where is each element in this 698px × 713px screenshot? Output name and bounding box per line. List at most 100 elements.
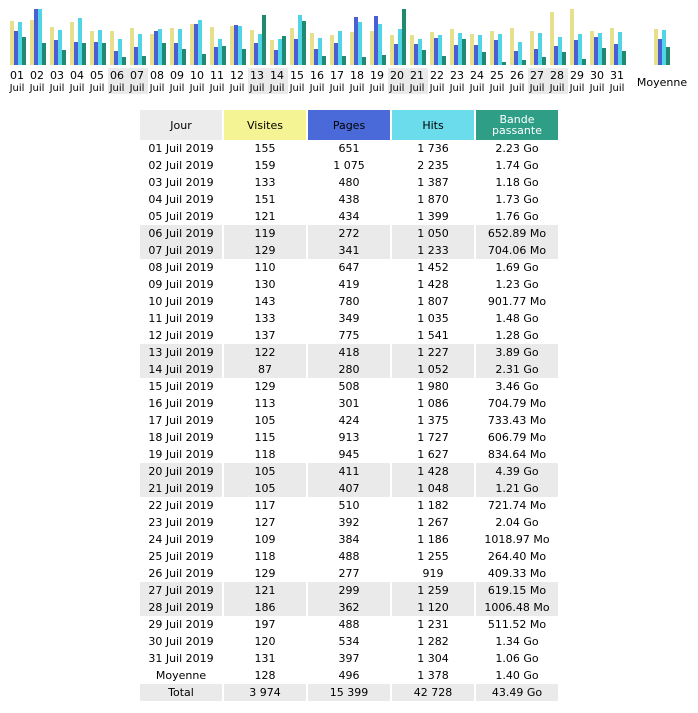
table-row: 18 Juil 2019 115 913 1 727 606.79 Mo [140, 429, 558, 446]
cell-day: 01 Juil 2019 [148, 142, 214, 155]
cell-day: 03 Juil 2019 [148, 176, 214, 189]
table-row-total: Total 3 974 15 399 42 728 43.49 Go [140, 684, 558, 701]
bar-day-14-bandwidth_mo [282, 36, 286, 65]
table-row: 23 Juil 2019 127 392 1 267 2.04 Go [140, 514, 558, 531]
bar-day-14-pages [274, 50, 278, 65]
x-tick-day: 08 [150, 69, 164, 82]
bar-day-22-visits [430, 32, 434, 65]
bar-day-20-visits [390, 35, 394, 65]
cell-pages: 362 [308, 599, 390, 616]
table-row: 30 Juil 2019 120 534 1 282 1.34 Go [140, 633, 558, 650]
x-tick-month: Juil [609, 83, 625, 94]
cell-bandwidth: 733.43 Mo [487, 414, 547, 427]
bar-day-04-visits [70, 22, 74, 65]
cell-bandwidth: 511.52 Mo [487, 618, 547, 631]
bar-day-15-bandwidth_mo [302, 21, 306, 65]
x-tick-day: 29 [570, 69, 584, 82]
cell-bandwidth: 1.34 Go [495, 635, 539, 648]
x-tick-day: 28 [550, 69, 564, 82]
cell-visits: 137 [254, 329, 276, 342]
table-row: 11 Juil 2019 133 349 1 035 1.48 Go [140, 310, 558, 327]
cell-bandwidth: 2.31 Go [476, 361, 558, 378]
x-tick-day: 06 [110, 69, 124, 82]
table-row: 06 Juil 2019 119 272 1 050 652.89 Mo [140, 225, 558, 242]
bar-day-25-hits [498, 34, 502, 65]
bar-day-27-pages [534, 49, 538, 65]
average-label: Moyenne [637, 76, 687, 89]
cell-hits: 2 235 [417, 159, 449, 172]
x-tick-month: Juil [269, 83, 285, 94]
cell-day: 18 Juil 2019 [148, 431, 214, 444]
bar-day-26-visits [510, 28, 514, 65]
table-row: 16 Juil 2019 113 301 1 086 704.79 Mo [140, 395, 558, 412]
table-row: 31 Juil 2019 131 397 1 304 1.06 Go [140, 650, 558, 667]
cell-day: 14 Juil 2019 [140, 361, 222, 378]
bar-day-21-pages [414, 44, 418, 65]
x-tick-day: 15 [290, 69, 304, 82]
bar-day-31-pages [614, 44, 618, 65]
bar-day-04-pages [74, 42, 78, 65]
x-tick-day: 31 [610, 69, 624, 82]
bar-day-20-hits [398, 29, 402, 65]
bar-day-10-pages [194, 24, 198, 65]
cell-pages: 397 [338, 652, 360, 665]
cell-visits: 130 [254, 278, 276, 291]
cell-pages: 301 [338, 397, 360, 410]
cell-hits: 1 727 [417, 431, 449, 444]
cell-day: 28 Juil 2019 [140, 599, 222, 616]
cell-visits: 129 [224, 242, 306, 259]
bar-day-17-hits [338, 31, 342, 65]
x-tick-month: Juil [49, 83, 65, 94]
bar-day-08-visits [150, 34, 154, 65]
cell-bandwidth: 606.79 Mo [487, 431, 547, 444]
cell-bandwidth: 43.49 Go [476, 684, 558, 701]
table-row: 02 Juil 2019 159 1 075 2 235 1.74 Go [140, 157, 558, 174]
cell-visits: 118 [254, 448, 276, 461]
cell-hits: 1 231 [417, 618, 449, 631]
cell-pages: 780 [338, 295, 360, 308]
cell-pages: 411 [308, 463, 390, 480]
x-tick-day: 05 [90, 69, 104, 82]
cell-pages: 488 [338, 618, 360, 631]
table-row: 08 Juil 2019 110 647 1 452 1.69 Go [140, 259, 558, 276]
x-tick-day: 03 [50, 69, 64, 82]
cell-bandwidth: 652.89 Mo [476, 225, 558, 242]
cell-day: 27 Juil 2019 [140, 582, 222, 599]
cell-hits: 1 186 [417, 533, 449, 546]
header-day: Jour [140, 110, 222, 140]
bar-day-17-visits [330, 35, 334, 65]
bar-average-hits [662, 30, 666, 65]
cell-visits: 121 [224, 582, 306, 599]
x-tick-month: Juil [89, 83, 105, 94]
x-tick-month: Juil [69, 83, 85, 94]
table-row: 21 Juil 2019 105 407 1 048 1.21 Go [140, 480, 558, 497]
cell-day: 21 Juil 2019 [140, 480, 222, 497]
cell-pages: 392 [338, 516, 360, 529]
bar-day-24-pages [474, 45, 478, 65]
bar-average-pages [658, 39, 662, 65]
bar-day-02-visits [30, 20, 34, 65]
table-header-row: Jour Visites Pages Hits Bande passante [140, 110, 558, 140]
cell-bandwidth: 1006.48 Mo [476, 599, 558, 616]
x-tick-day: 24 [470, 69, 484, 82]
x-tick-month: Juil [549, 83, 565, 94]
bar-day-13-hits [258, 34, 262, 65]
cell-visits: 127 [254, 516, 276, 529]
cell-pages: 1 075 [333, 159, 365, 172]
cell-day: 10 Juil 2019 [148, 295, 214, 308]
cell-bandwidth: 3.89 Go [476, 344, 558, 361]
x-tick-month: Juil [169, 83, 185, 94]
cell-hits: 1 233 [392, 242, 474, 259]
cell-bandwidth: 1.73 Go [495, 193, 539, 206]
cell-hits: 1 378 [417, 669, 449, 682]
x-tick-month: Juil [449, 83, 465, 94]
cell-visits: 129 [254, 567, 276, 580]
cell-bandwidth: 1.21 Go [476, 480, 558, 497]
bar-day-20-bandwidth_mo [402, 9, 406, 65]
cell-visits: 117 [254, 499, 276, 512]
cell-hits: 1 627 [417, 448, 449, 461]
bar-day-29-pages [574, 40, 578, 65]
cell-pages: 280 [308, 361, 390, 378]
cell-visits: 155 [254, 142, 276, 155]
cell-day: 22 Juil 2019 [148, 499, 214, 512]
